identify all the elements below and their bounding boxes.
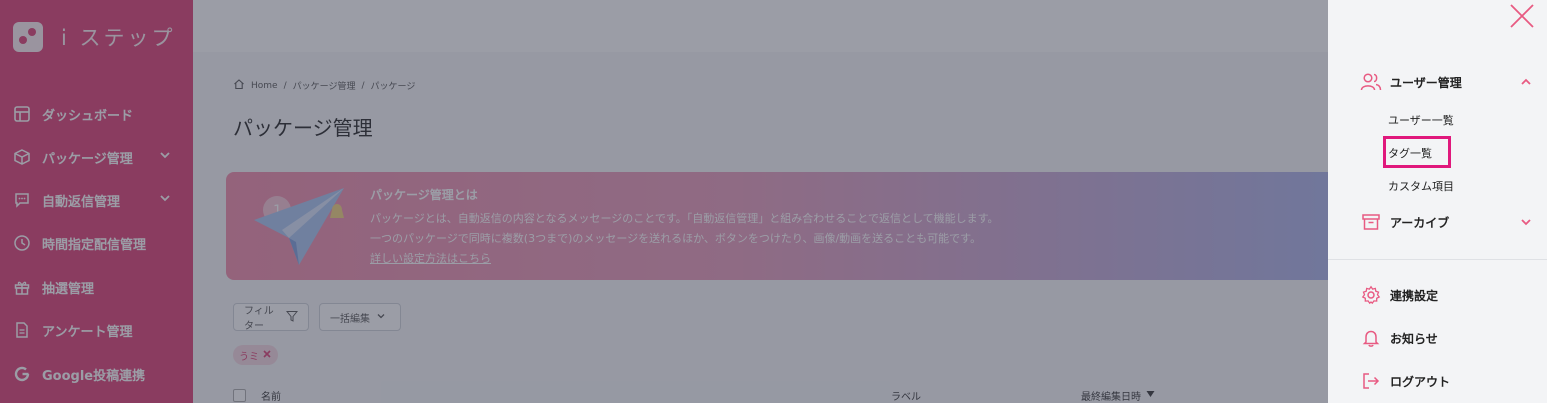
drawer-divider: [1328, 259, 1547, 260]
gear-icon: [1360, 284, 1382, 306]
drawer-subitem-custom-fields[interactable]: カスタム項目: [1388, 178, 1454, 194]
drawer-item-label: ユーザー管理: [1390, 75, 1462, 90]
drawer-item-label: 連携設定: [1390, 288, 1439, 303]
drawer-item-archive[interactable]: アーカイブ: [1360, 211, 1540, 233]
logout-icon: [1360, 370, 1382, 392]
bell-icon: [1360, 327, 1382, 349]
drawer-item-label: お知らせ: [1390, 331, 1438, 346]
drawer-item-integration-settings[interactable]: 連携設定: [1360, 284, 1438, 306]
archive-icon: [1360, 211, 1382, 233]
chevron-up-icon[interactable]: [1520, 76, 1532, 91]
close-icon[interactable]: [1509, 3, 1535, 29]
users-icon: [1360, 71, 1382, 93]
drawer-subitem-user-list[interactable]: ユーザー一覧: [1388, 112, 1454, 128]
drawer-item-logout[interactable]: ログアウト: [1360, 370, 1450, 392]
drawer-item-user-management[interactable]: ユーザー管理: [1360, 71, 1540, 93]
highlight-box: [1383, 136, 1451, 168]
modal-backdrop[interactable]: [0, 0, 1328, 403]
side-drawer: ユーザー管理 ユーザー一覧 タグ一覧 カスタム項目 アーカイブ 連携設定 お知ら…: [1328, 0, 1547, 403]
chevron-down-icon[interactable]: [1520, 216, 1532, 231]
drawer-item-label: ログアウト: [1390, 374, 1451, 389]
drawer-item-label: アーカイブ: [1390, 215, 1450, 230]
drawer-item-notifications[interactable]: お知らせ: [1360, 327, 1438, 349]
